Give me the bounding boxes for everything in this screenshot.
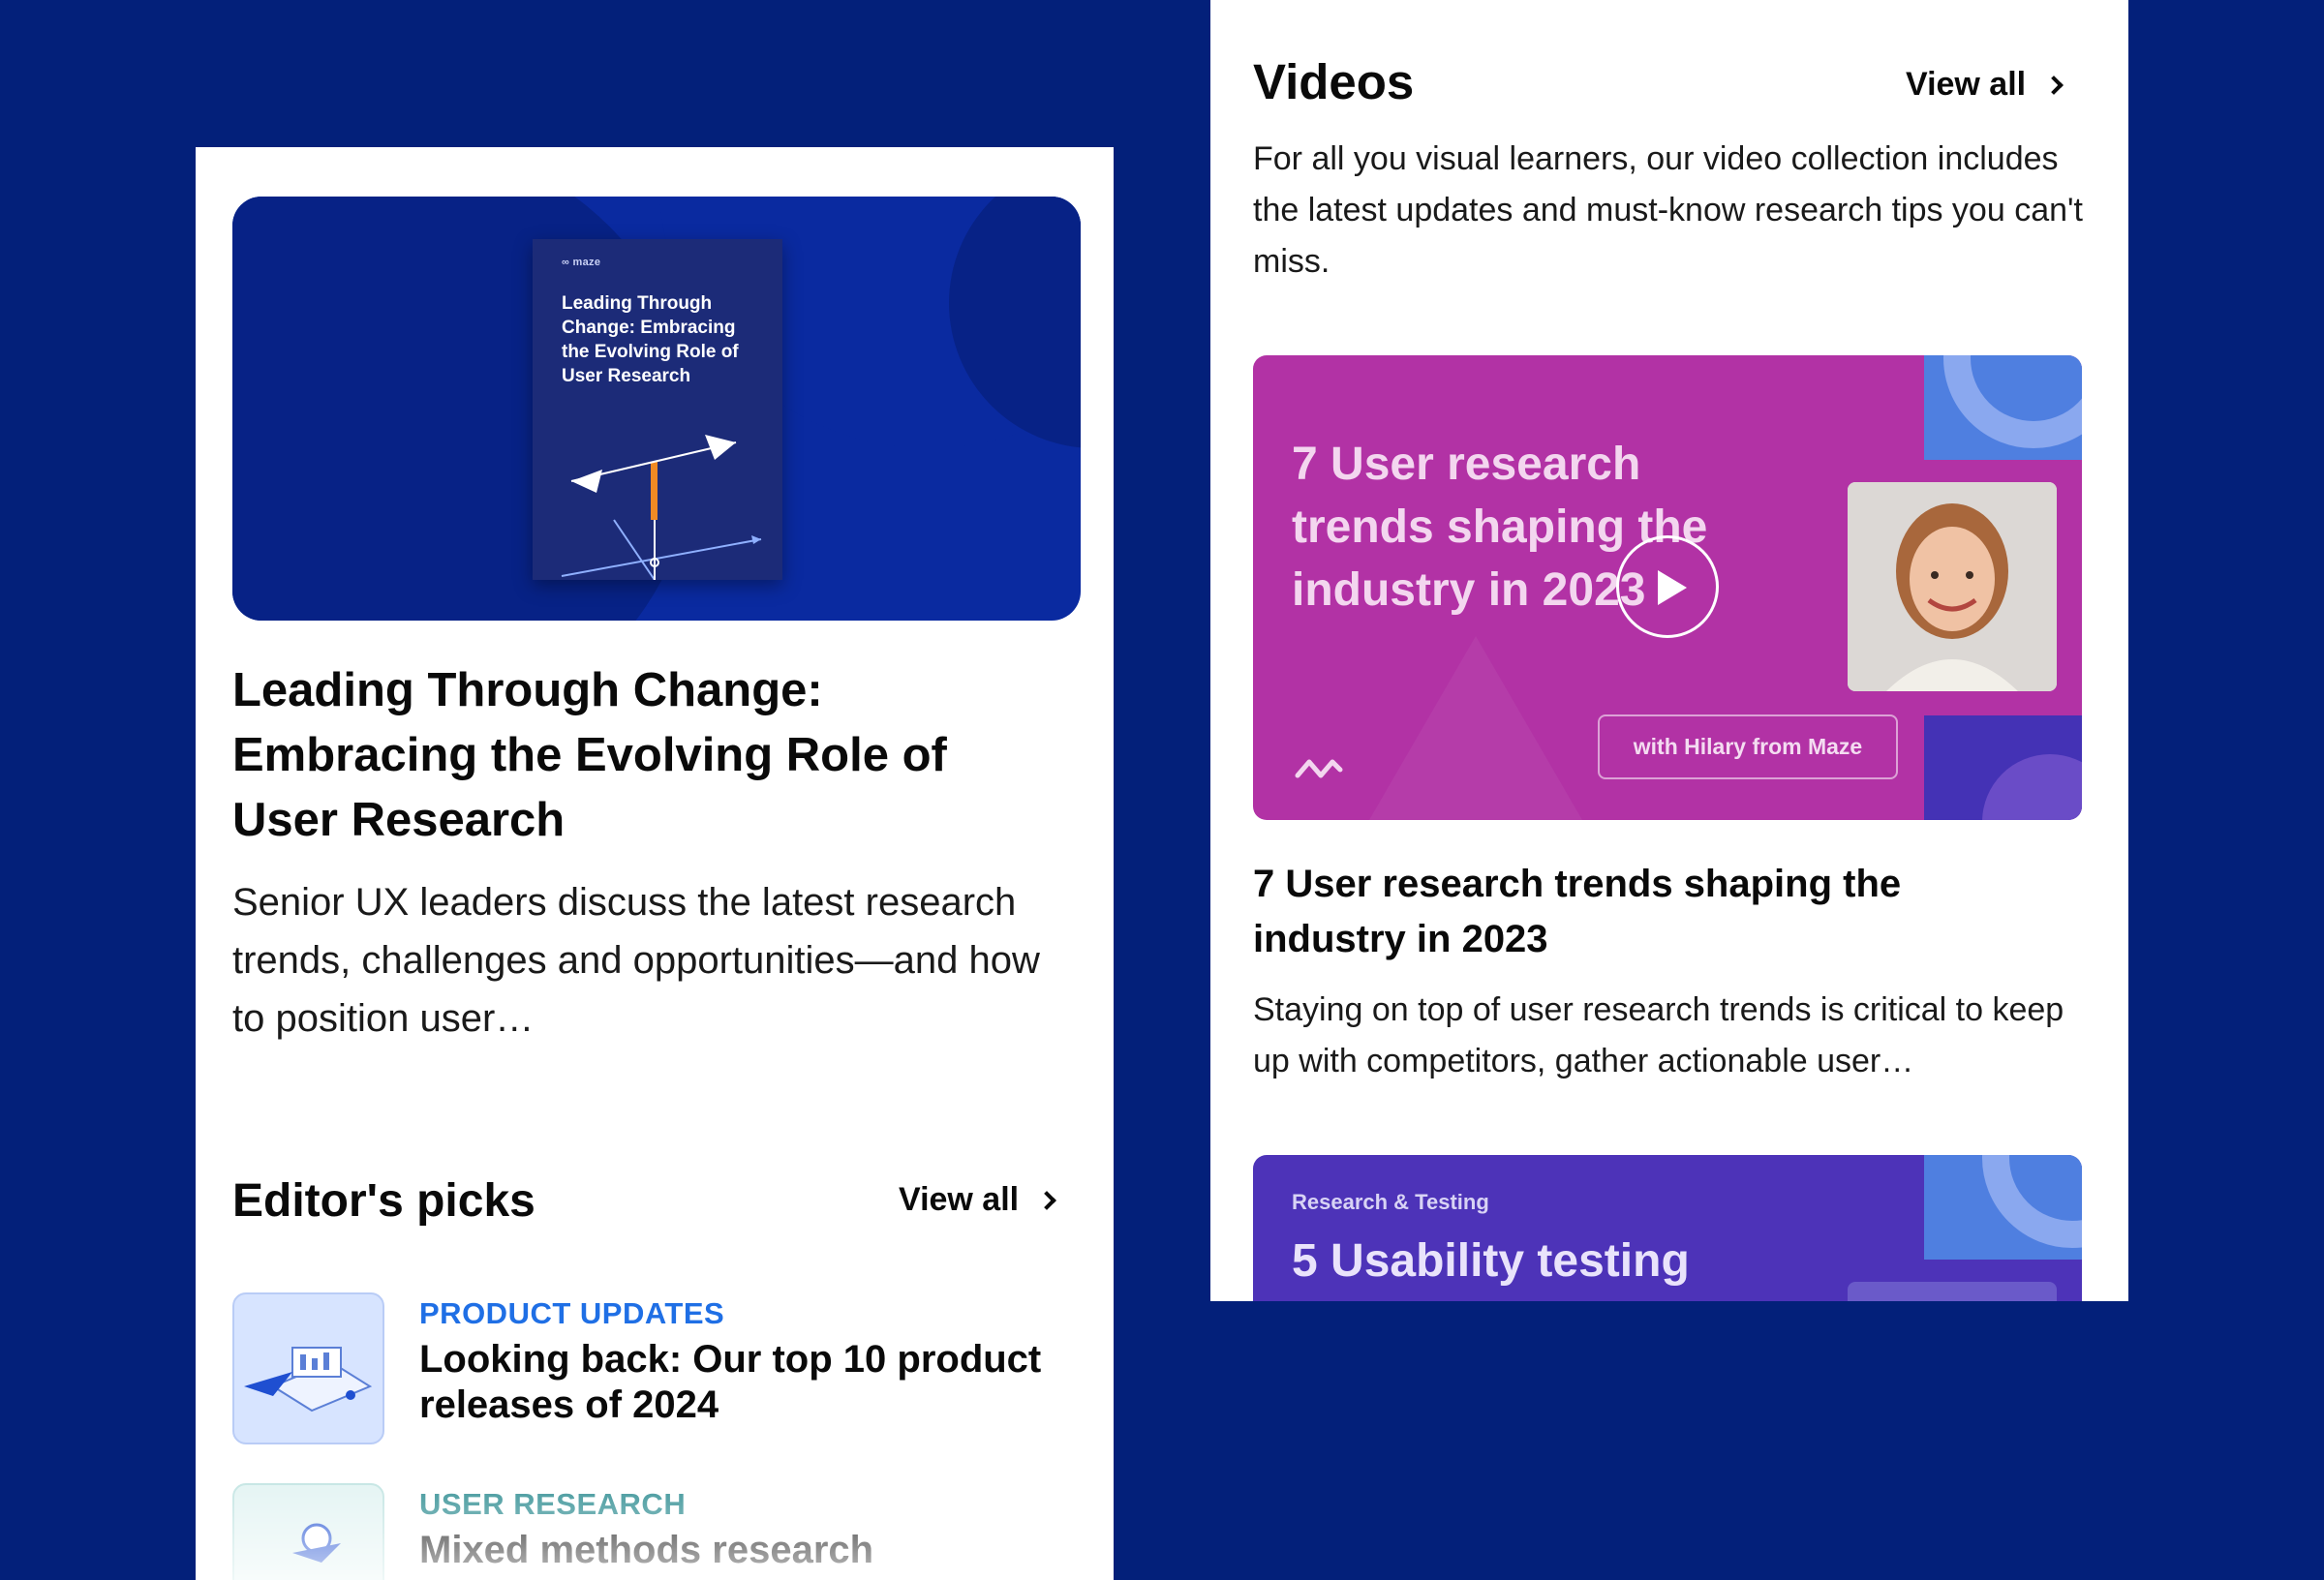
article-description: Senior UX leaders discuss the latest res… (232, 881, 1040, 1040)
video-title[interactable]: 7 User research trends shaping the indus… (1253, 857, 2028, 967)
pick-title[interactable]: Looking back: Our top 10 product release… (419, 1337, 1058, 1428)
video-thumbnail[interactable]: 7 User research trends shaping the indus… (1253, 355, 2082, 820)
videos-card: Videos View all For all you visual learn… (1210, 0, 2128, 1301)
maze-logo-icon: ∞ (562, 257, 570, 268)
view-all-label: View all (899, 1181, 1020, 1218)
presenter-portrait (1848, 482, 2057, 691)
play-button-icon[interactable] (1616, 535, 1719, 638)
research-illustration (292, 1523, 341, 1563)
thumbnail-decor (1848, 1282, 2057, 1301)
maze-logo-text: maze (572, 257, 601, 268)
thumbnail-decor (1924, 355, 2082, 460)
paper-planes-illustration (561, 435, 762, 580)
video-thumbnail-category: Research & Testing (1292, 1190, 1489, 1214)
product-release-illustration (244, 1347, 373, 1413)
video-presenter-caption: with Hilary from Maze (1598, 714, 1898, 779)
pick-thumbnail (232, 1483, 384, 1580)
maze-logo: ∞ maze (562, 257, 600, 268)
videos-view-all-link[interactable]: View all (1906, 66, 2064, 104)
editors-pick-item[interactable]: USER RESEARCH Mixed methods research exp… (232, 1483, 1065, 1580)
editors-pick-item[interactable]: PRODUCT UPDATES Looking back: Our top 10… (232, 1292, 1065, 1447)
videos-heading: Videos (1253, 54, 1415, 109)
video-description: Staying on top of user research trends i… (1253, 991, 2064, 1079)
featured-article-card: ∞ maze Leading Through Change: Embracing… (196, 147, 1114, 1580)
maze-logo-icon (1295, 759, 1343, 778)
videos-description: For all you visual learners, our video c… (1253, 140, 2083, 280)
pick-thumbnail (232, 1292, 384, 1444)
view-all-label: View all (1906, 66, 2027, 103)
ebook-cover: ∞ maze Leading Through Change: Embracing… (533, 239, 782, 580)
chevron-right-icon (2044, 75, 2064, 95)
pick-category: USER RESEARCH (419, 1487, 687, 1521)
ebook-cover-title: Leading Through Change: Embracing the Ev… (562, 293, 739, 386)
thumbnail-decor (1369, 636, 1582, 820)
featured-article-image[interactable]: ∞ maze Leading Through Change: Embracing… (232, 197, 1081, 621)
pick-title[interactable]: Mixed methods research explained: (419, 1528, 1058, 1580)
thumbnail-decor (1924, 715, 2082, 820)
video-thumbnail-headline: 5 Usability testing (1292, 1235, 1690, 1287)
pick-category: PRODUCT UPDATES (419, 1296, 725, 1330)
editors-picks-heading: Editor's picks (232, 1175, 535, 1227)
video-thumbnail[interactable]: Research & Testing 5 Usability testing (1253, 1155, 2082, 1301)
article-title[interactable]: Leading Through Change: Embracing the Ev… (232, 658, 1046, 853)
editors-picks-view-all-link[interactable]: View all (899, 1181, 1057, 1219)
thumbnail-decor (1924, 1155, 2082, 1260)
presenter-photo (1848, 482, 2057, 691)
chevron-right-icon (1037, 1190, 1057, 1210)
